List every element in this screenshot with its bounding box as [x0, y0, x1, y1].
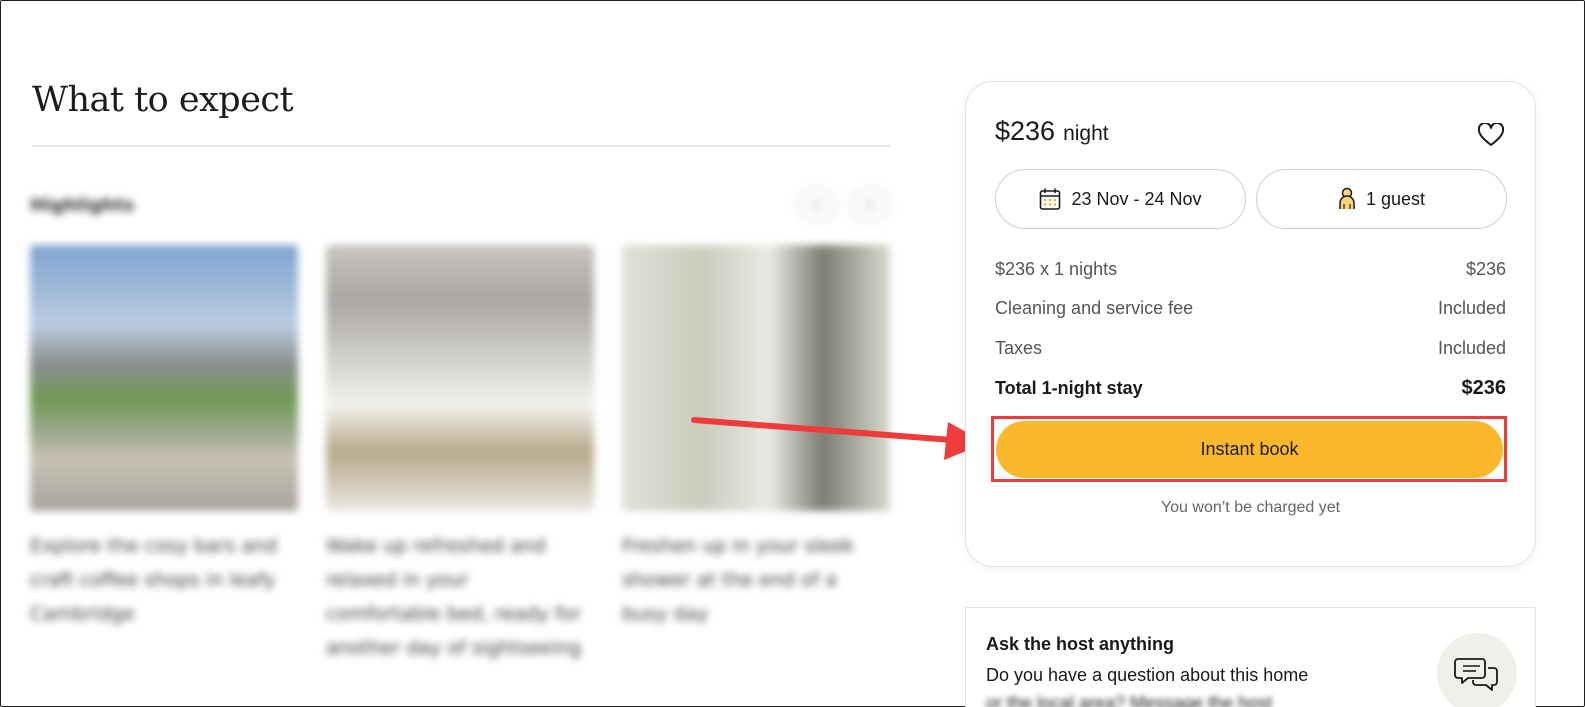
chat-bubbles-icon	[1454, 658, 1498, 691]
instant-book-button[interactable]: Instant book	[996, 421, 1503, 478]
highlights-label: Highlights	[30, 195, 135, 216]
ask-host-card: Ask the host anything Do you have a ques…	[965, 607, 1536, 707]
carousel-prev-button[interactable]: ‹	[795, 186, 839, 224]
annotation-arrow-icon	[691, 417, 986, 460]
calendar-icon	[1040, 188, 1061, 210]
line-item-value: Included	[1437, 338, 1506, 358]
highlight-text: Freshen up in your sleek shower at the e…	[622, 535, 855, 625]
guests-selector[interactable]: 1 guest	[1256, 169, 1507, 229]
total-value: $236	[1461, 377, 1507, 399]
highlight-image-outdoor	[30, 245, 298, 511]
chevron-right-icon: ›	[867, 196, 873, 213]
heart-icon	[1478, 123, 1504, 146]
message-host-button[interactable]	[1437, 633, 1517, 707]
price-line-item: Taxes Included	[995, 338, 1506, 359]
person-icon	[1339, 187, 1355, 209]
favorite-button[interactable]	[1474, 118, 1508, 152]
line-item-label: Cleaning and service fee	[995, 298, 1194, 318]
highlight-card[interactable]: Explore the cosy bars and craft coffee s…	[30, 245, 298, 631]
line-item-label: $236 x 1 nights	[995, 259, 1118, 279]
highlight-image-bedroom	[326, 245, 594, 511]
host-card-text-continued: or the local area? Message the host	[986, 693, 1273, 707]
highlight-card[interactable]: Wake up refreshed and relaxed in your co…	[326, 245, 594, 665]
no-charge-note: You won’t be charged yet	[1160, 499, 1341, 516]
nightly-price: $236	[995, 116, 1056, 146]
host-card-text: Do you have a question about this home	[986, 665, 1309, 685]
section-title: What to expect	[32, 80, 294, 120]
dates-selector[interactable]: 23 Nov - 24 Nov	[995, 169, 1246, 229]
price-line-item: $236 x 1 nights $236	[995, 259, 1506, 280]
section-divider	[32, 145, 890, 147]
line-item-value: Included	[1437, 298, 1506, 318]
total-row: Total 1-night stay $236	[995, 377, 1506, 400]
guests-label: 1 guest	[1365, 188, 1426, 209]
price-unit: night	[1063, 122, 1109, 145]
booking-card: $236 night 23 Nov - 24 Nov 1 guest $236 …	[965, 81, 1536, 567]
chevron-left-icon: ‹	[814, 196, 820, 213]
carousel-next-button[interactable]: ›	[848, 186, 892, 224]
dates-label: 23 Nov - 24 Nov	[1071, 188, 1202, 209]
price-line-item: Cleaning and service fee Included	[995, 298, 1506, 319]
line-item-value: $236	[1465, 259, 1506, 279]
highlight-text: Explore the cosy bars and craft coffee s…	[30, 535, 278, 625]
price-row: $236 night	[995, 116, 1109, 147]
host-card-title: Ask the host anything	[986, 634, 1175, 654]
line-item-label: Taxes	[995, 338, 1043, 358]
highlight-text: Wake up refreshed and relaxed in your co…	[326, 535, 582, 659]
highlight-image-bathroom	[622, 245, 890, 511]
total-label: Total 1-night stay	[995, 378, 1143, 398]
